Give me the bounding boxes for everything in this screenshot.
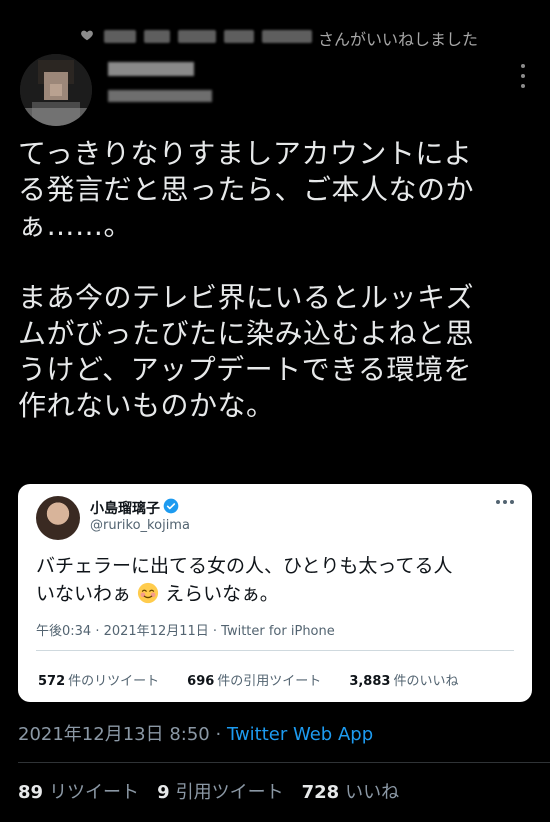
tweet-stats: 89 リツイート 9 引用ツイート 728 いいね: [18, 778, 399, 804]
author-display-name[interactable]: [108, 62, 194, 76]
tweet-paragraph: まあ今のテレビ界にいるとルッキズ ムがびったびたに染み込むよねと思 うけど、アッ…: [18, 280, 533, 424]
author-avatar[interactable]: [20, 54, 92, 126]
quoted-text-after-emoji: えらいなぁ。: [165, 583, 279, 605]
author-handle[interactable]: [108, 90, 212, 102]
quoted-text: バチェラーに出てる女の人、ひとりも太ってる人 いないわぁ えらいなぁ。: [36, 552, 518, 608]
quoted-display-name[interactable]: 小島瑠璃子: [90, 498, 160, 518]
quoted-line: バチェラーに出てる女の人、ひとりも太ってる人: [36, 555, 453, 577]
tweet-line: 作れないものかな。: [18, 389, 275, 422]
tweet-timestamp: 2021年12月13日 8:50 · Twitter Web App: [18, 720, 373, 746]
quoted-meta[interactable]: 午後0:34 · 2021年12月11日 · Twitter for iPhon…: [36, 620, 335, 639]
likes-stat[interactable]: 728 いいね: [302, 778, 400, 804]
quoted-retweets[interactable]: 572 件のリツイート: [38, 670, 159, 689]
redacted-name: [104, 30, 136, 43]
divider: [18, 762, 550, 763]
redacted-name: [144, 30, 170, 43]
redacted-name: [224, 30, 254, 43]
source-app-link[interactable]: Twitter Web App: [227, 724, 373, 745]
tweet-line: る発言だと思ったら、ご本人なのか: [18, 173, 475, 206]
tweet-text: てっきりなりすましアカウントによ る発言だと思ったら、ご本人なのか ぁ……。 ま…: [18, 136, 533, 424]
social-context: さんがいいねしました: [0, 22, 550, 50]
quoted-avatar[interactable]: [36, 496, 80, 540]
tweet-line: ぁ……。: [18, 209, 133, 242]
quoted-text-before-emoji: いないわぁ: [36, 583, 132, 605]
heart-icon: [81, 30, 93, 41]
quoted-handle[interactable]: @ruriko_kojima: [90, 518, 190, 533]
tweet-line: うけど、アップデートできる環境を: [18, 353, 473, 386]
quoted-likes[interactable]: 3,883 件のいいね: [349, 670, 458, 689]
retweets-stat[interactable]: 89 リツイート: [18, 778, 139, 804]
quoted-quotes[interactable]: 696 件の引用ツイート: [187, 670, 321, 689]
divider: [36, 650, 514, 651]
timestamp-link[interactable]: 2021年12月13日 8:50: [18, 724, 210, 745]
separator: ·: [209, 724, 227, 745]
quoted-more-icon[interactable]: [496, 500, 514, 506]
tweet-line: ムがびったびたに染み込むよねと思: [18, 317, 475, 350]
tweet-line: まあ今のテレビ界にいるとルッキズ: [18, 281, 475, 314]
liked-by-label: さんがいいねしました: [318, 30, 479, 49]
smiling-face-emoji: [137, 582, 159, 604]
tweet-paragraph: てっきりなりすましアカウントによ る発言だと思ったら、ご本人なのか ぁ……。: [18, 136, 533, 244]
verified-icon: [163, 498, 179, 514]
redacted-name: [178, 30, 216, 43]
quoted-stats: 572 件のリツイート 696 件の引用ツイート 3,883 件のいいね: [38, 670, 458, 689]
redacted-name: [262, 30, 312, 43]
quotes-stat[interactable]: 9 引用ツイート: [157, 778, 284, 804]
quoted-tweet[interactable]: 小島瑠璃子 @ruriko_kojima バチェラーに出てる女の人、ひとりも太っ…: [18, 484, 532, 702]
quoted-line: いないわぁ えらいなぁ。: [36, 580, 518, 608]
tweet-line: てっきりなりすましアカウントによ: [18, 137, 473, 170]
more-icon[interactable]: [514, 64, 532, 88]
